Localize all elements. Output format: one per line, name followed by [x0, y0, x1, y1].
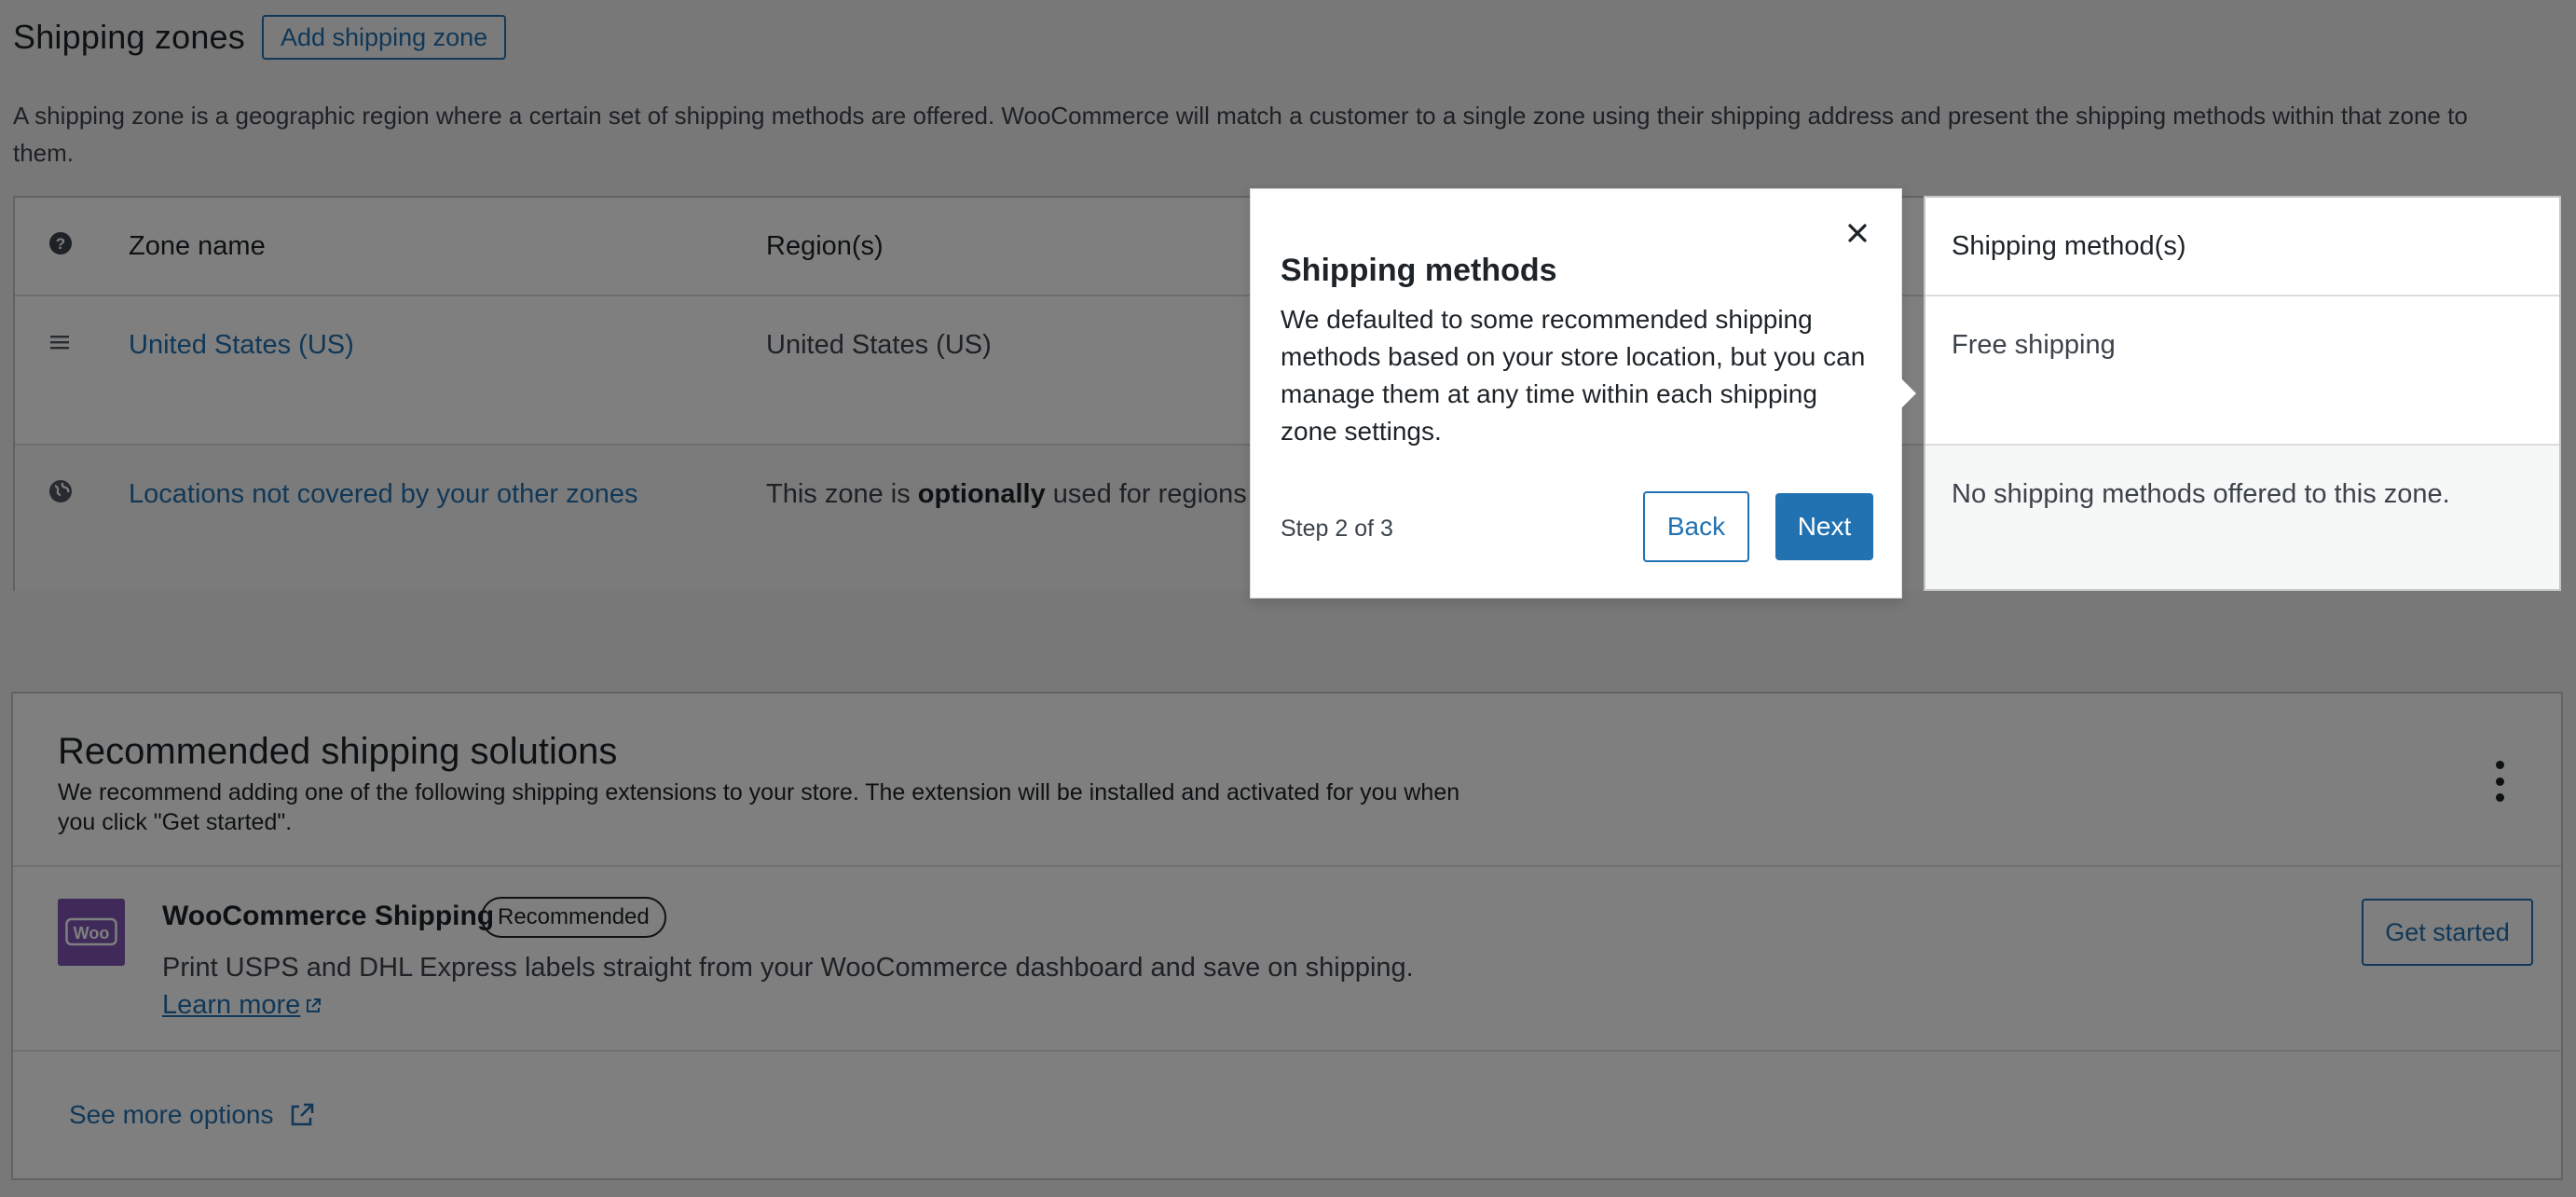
- see-more-options-link[interactable]: See more options: [69, 1100, 316, 1130]
- zone-methods: Free shipping: [1925, 296, 2559, 446]
- zone-methods: No shipping methods offered to this zone…: [1925, 446, 2559, 589]
- see-more-label: See more options: [69, 1100, 274, 1129]
- recommended-description: We recommend adding one of the following…: [58, 779, 1460, 835]
- more-options-icon[interactable]: [2494, 761, 2505, 802]
- page-header: Shipping zones Add shipping zone: [13, 13, 507, 62]
- external-link-icon: [292, 1103, 314, 1126]
- tour-popover: Shipping methods We defaulted to some re…: [1250, 188, 1916, 598]
- recommended-badge: Recommended: [481, 897, 666, 938]
- next-button[interactable]: Next: [1775, 493, 1873, 560]
- tour-step: Step 2 of 3: [1281, 516, 1393, 542]
- learn-more-label: Learn more: [162, 990, 301, 1020]
- svg-text:?: ?: [56, 235, 65, 253]
- tour-title: Shipping methods: [1281, 253, 1557, 288]
- extension-description: Print USPS and DHL Express labels straig…: [162, 953, 1414, 983]
- zone-region: This zone is optionally used for regions…: [766, 479, 1262, 509]
- add-shipping-zone-button[interactable]: Add shipping zone: [261, 15, 507, 60]
- recommended-header: Recommended shipping solutions We recomm…: [13, 694, 2561, 867]
- popover-arrow: [1901, 378, 1916, 408]
- zone-link-rest-of-world[interactable]: Locations not covered by your other zone…: [129, 479, 638, 510]
- column-zone-name: Zone name: [129, 231, 266, 261]
- zone-region: United States (US): [766, 330, 992, 360]
- help-icon[interactable]: ?: [48, 231, 73, 263]
- column-regions: Region(s): [766, 231, 884, 261]
- back-button[interactable]: Back: [1643, 491, 1749, 562]
- recommended-title: Recommended shipping solutions: [58, 731, 618, 772]
- extension-item: Woo WooCommerce Shipping Recommended Pri…: [13, 867, 2561, 1052]
- recommended-shipping-section: Recommended shipping solutions We recomm…: [11, 692, 2563, 1180]
- get-started-button[interactable]: Get started: [2362, 899, 2533, 966]
- svg-text:Woo: Woo: [74, 924, 110, 942]
- column-shipping-methods: Shipping method(s): [1925, 198, 2559, 296]
- page-title: Shipping zones: [13, 18, 245, 56]
- learn-more-link[interactable]: Learn more: [162, 990, 322, 1021]
- tour-body: We defaulted to some recommended shippin…: [1281, 305, 1866, 446]
- drag-handle-icon[interactable]: [48, 330, 71, 361]
- globe-icon: [48, 479, 73, 511]
- zone-link-united-states[interactable]: United States (US): [129, 330, 354, 361]
- extension-name: WooCommerce Shipping: [162, 901, 495, 931]
- close-icon[interactable]: [1842, 217, 1873, 249]
- external-link-icon: [307, 998, 322, 1012]
- highlighted-shipping-methods-column: Shipping method(s) Free shipping No ship…: [1924, 196, 2561, 591]
- woo-logo-icon: Woo: [58, 899, 125, 966]
- intro-text: A shipping zone is a geographic region w…: [13, 102, 2468, 167]
